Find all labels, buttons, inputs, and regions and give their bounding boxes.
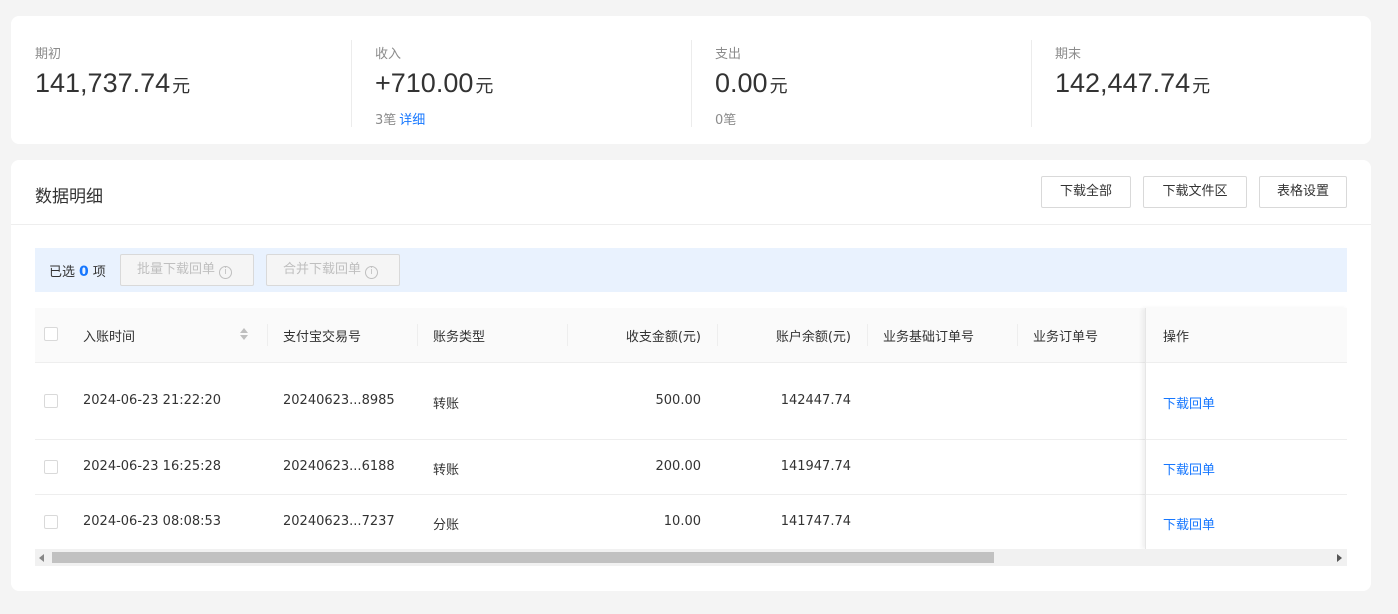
transactions-table: 入账时间 支付宝交易号 账务类型 收支金额(元) 账户余额(元) 业务基础订单号…	[35, 308, 1347, 549]
column-header-balance: 账户余额(元)	[775, 330, 851, 345]
stat-income: 收入 +710.00 元 3笔 详细	[351, 16, 691, 144]
cell-trade-no: 20240623...8985	[283, 393, 395, 408]
column-separator	[567, 324, 568, 346]
amount-value: 142,447.74	[1055, 68, 1191, 98]
selection-count-text: 已选 0 项	[49, 261, 106, 280]
cell-amount: 200.00	[655, 459, 702, 474]
cell-type: 分账	[433, 518, 460, 533]
expense-count: 0笔	[715, 113, 737, 128]
income-count: 3笔	[375, 113, 397, 128]
download-receipt-link[interactable]: 下载回单	[1163, 459, 1215, 478]
cell-balance: 142447.74	[780, 393, 851, 408]
table-header: 入账时间 支付宝交易号 账务类型 收支金额(元) 账户余额(元) 业务基础订单号…	[35, 308, 1347, 363]
info-icon: i	[219, 266, 233, 279]
stat-amount: 0.00 元	[715, 68, 788, 99]
column-header-time[interactable]: 入账时间	[83, 326, 135, 345]
column-header-amount: 收支金额(元)	[625, 330, 701, 345]
column-separator	[1017, 324, 1018, 346]
amount-value: +710.00	[375, 68, 474, 98]
scroll-left-arrow-icon[interactable]	[39, 554, 44, 562]
cell-time: 2024-06-23 21:22:20	[83, 393, 222, 408]
cell-time: 2024-06-23 08:08:53	[83, 514, 222, 529]
cell-trade-no: 20240623...7237	[283, 514, 395, 529]
stat-amount: +710.00 元	[375, 68, 493, 99]
cell-trade-no: 20240623...6188	[283, 459, 395, 474]
amount-unit: 元	[1192, 76, 1211, 96]
merge-download-label: 合并下载回单	[283, 262, 362, 277]
info-icon: i	[365, 266, 379, 279]
download-all-button[interactable]: 下载全部	[1041, 176, 1131, 208]
stat-amount: 141,737.74 元	[35, 68, 190, 99]
amount-unit: 元	[172, 76, 191, 96]
stat-sub: 3笔 详细	[375, 109, 425, 128]
stat-label: 期初	[35, 47, 62, 62]
stat-amount: 142,447.74 元	[1055, 68, 1210, 99]
selection-bar: 已选 0 项 批量下载回单 i 合并下载回单 i	[35, 248, 1347, 292]
details-card: 数据明细 下载全部 下载文件区 表格设置 已选 0 项 批量下载回单 i 合并下载回单…	[11, 160, 1371, 591]
stat-label: 收入	[375, 47, 402, 62]
selection-prefix: 已选	[49, 265, 76, 280]
cell-balance: 141747.74	[780, 514, 851, 529]
download-files-button[interactable]: 下载文件区	[1143, 176, 1247, 208]
amount-unit: 元	[475, 76, 494, 96]
income-detail-link[interactable]: 详细	[399, 113, 425, 128]
batch-download-button[interactable]: 批量下载回单 i	[120, 254, 254, 286]
amount-value: 141,737.74	[35, 68, 171, 98]
summary-card: 期初 141,737.74 元 收入 +710.00 元 3笔 详细 支出 0.00 元…	[11, 16, 1371, 144]
merge-download-button[interactable]: 合并下载回单 i	[266, 254, 400, 286]
row-checkbox[interactable]	[44, 394, 58, 408]
download-receipt-link[interactable]: 下载回单	[1163, 393, 1215, 412]
details-title: 数据明细	[35, 187, 103, 207]
cell-type: 转账	[433, 397, 460, 412]
column-header-type: 账务类型	[433, 330, 486, 345]
cell-time: 2024-06-23 16:25:28	[83, 459, 222, 474]
stat-label: 支出	[715, 47, 742, 62]
column-separator	[867, 324, 868, 346]
column-header-trade-no: 支付宝交易号	[283, 330, 362, 345]
column-separator	[717, 324, 718, 346]
batch-download-label: 批量下载回单	[137, 262, 216, 277]
sort-icon[interactable]	[240, 328, 248, 342]
column-header-action: 操作	[1163, 330, 1190, 345]
column-separator	[417, 324, 418, 346]
stat-expense: 支出 0.00 元 0笔	[691, 16, 1031, 144]
stat-sub: 0笔	[715, 109, 736, 128]
table-row: 2024-06-23 08:08:53 20240623...7237 分账 1…	[35, 495, 1347, 549]
table-row: 2024-06-23 21:22:20 20240623...8985 转账 5…	[35, 363, 1347, 440]
scroll-right-arrow-icon[interactable]	[1337, 554, 1342, 562]
selection-count: 0	[79, 264, 89, 280]
row-checkbox[interactable]	[44, 460, 58, 474]
stat-closing: 期末 142,447.74 元	[1031, 16, 1371, 144]
cell-balance: 141947.74	[780, 459, 851, 474]
download-receipt-link[interactable]: 下载回单	[1163, 514, 1215, 533]
amount-unit: 元	[769, 76, 788, 96]
amount-value: 0.00	[715, 68, 768, 98]
cell-amount: 500.00	[655, 393, 702, 408]
stat-opening: 期初 141,737.74 元	[11, 16, 351, 144]
select-all-checkbox[interactable]	[44, 327, 58, 341]
horizontal-scrollbar[interactable]	[35, 549, 1347, 566]
column-header-base-order: 业务基础订单号	[883, 330, 975, 345]
column-header-order: 业务订单号	[1033, 330, 1099, 345]
table-row: 2024-06-23 16:25:28 20240623...6188 转账 2…	[35, 440, 1347, 495]
column-separator	[267, 324, 268, 346]
row-checkbox[interactable]	[44, 515, 58, 529]
scrollbar-thumb[interactable]	[52, 552, 994, 563]
selection-suffix: 项	[92, 265, 106, 280]
header-divider	[11, 224, 1371, 225]
table-settings-button[interactable]: 表格设置	[1259, 176, 1347, 208]
cell-type: 转账	[433, 463, 460, 478]
stat-label: 期末	[1055, 47, 1082, 62]
cell-amount: 10.00	[663, 514, 701, 529]
